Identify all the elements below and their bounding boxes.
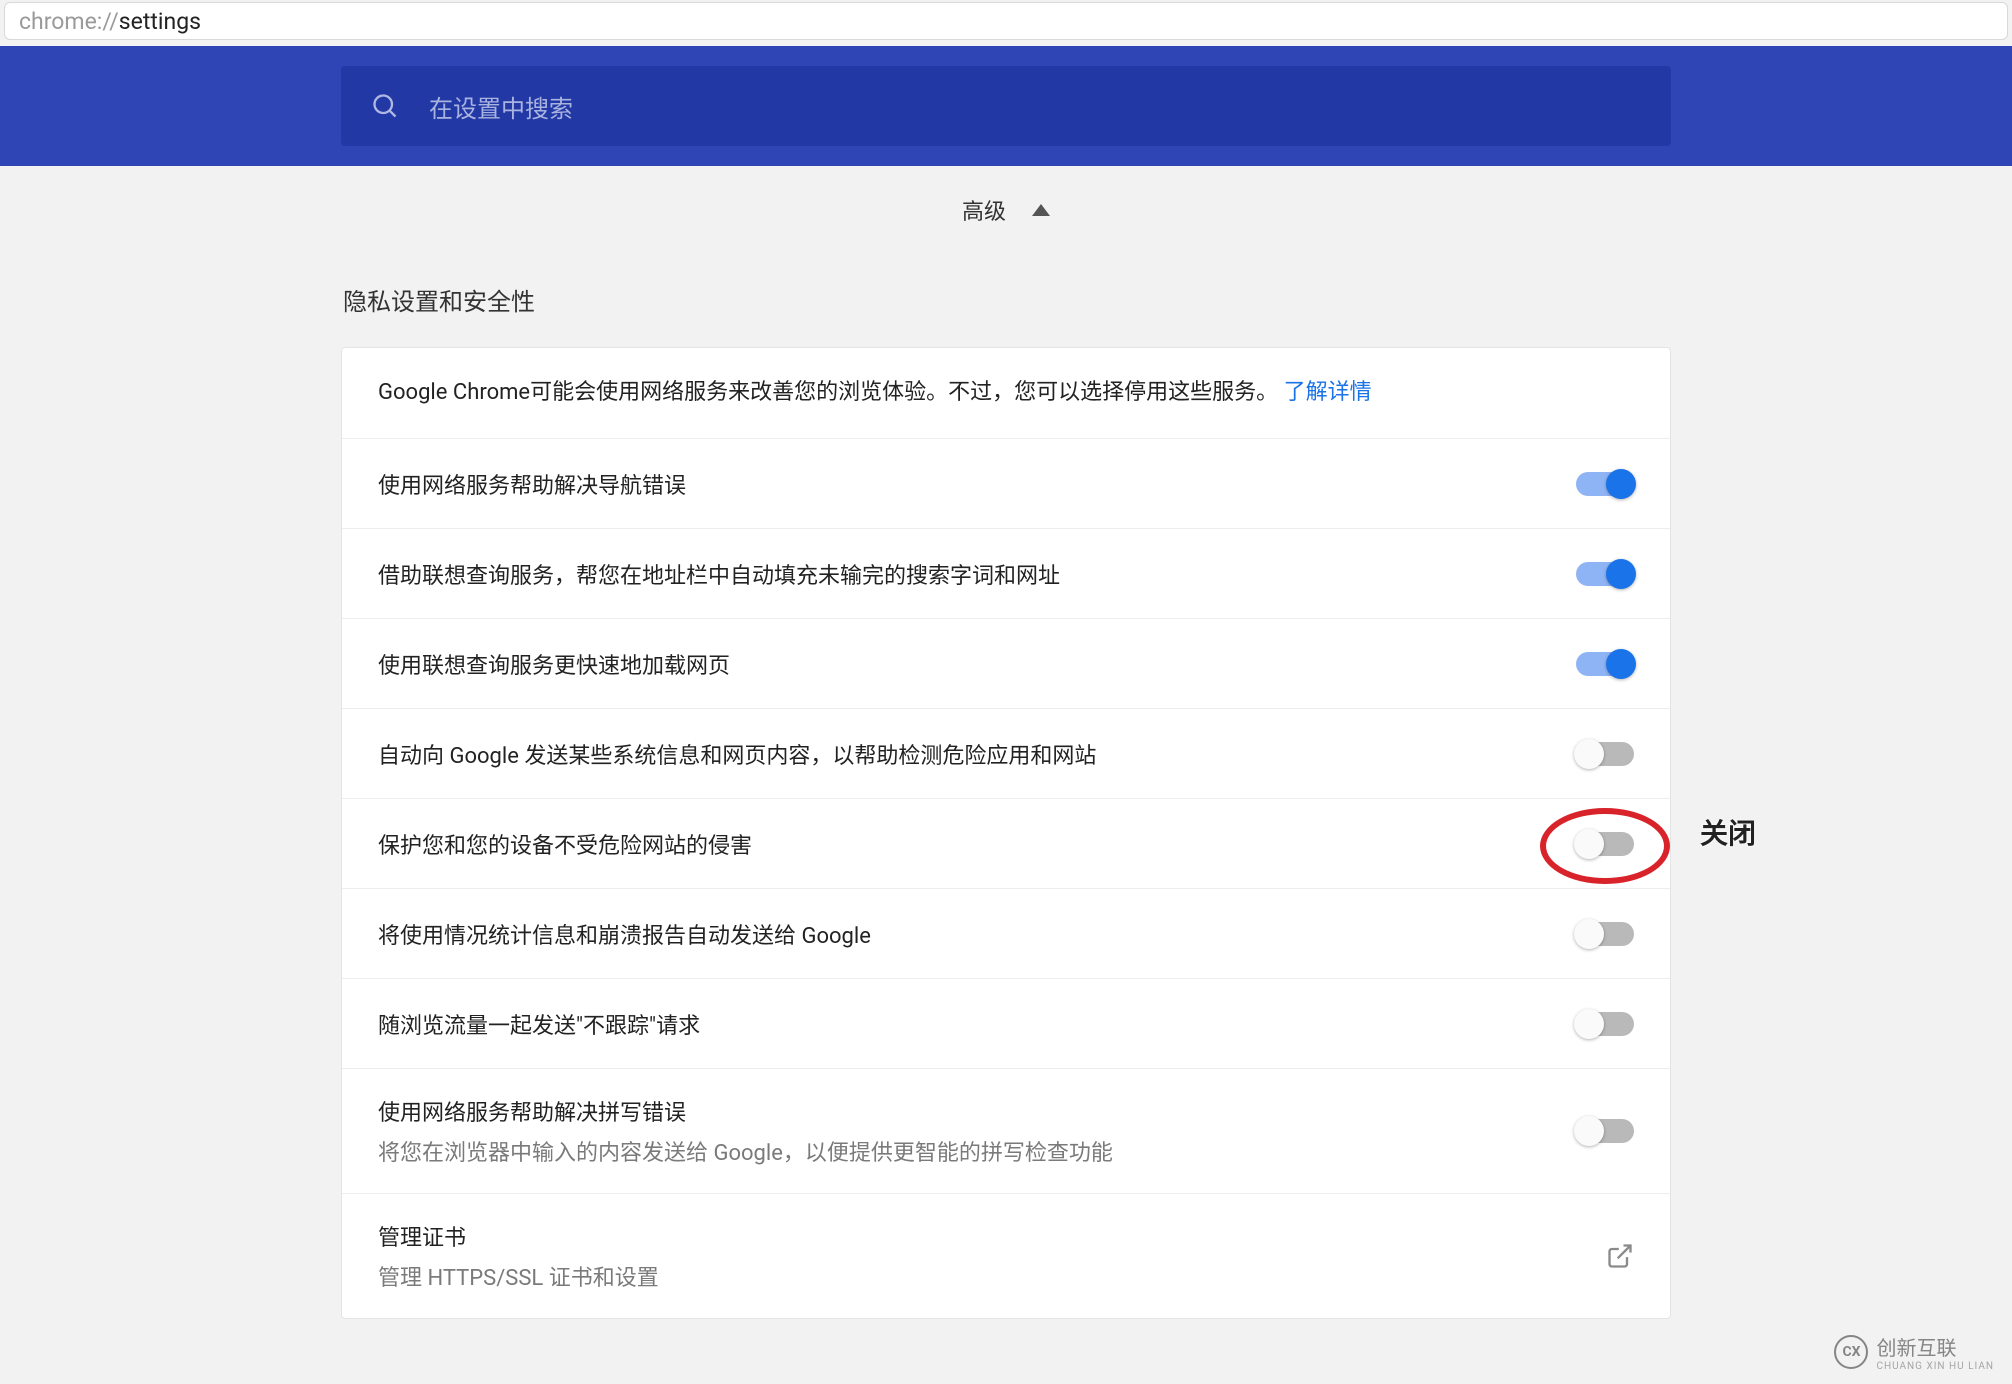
settings-content: 隐私设置和安全性 Google Chrome可能会使用网络服务来改善您的浏览体验…	[341, 254, 1671, 1319]
setting-row-usage-stats: 将使用情况统计信息和崩溃报告自动发送给 Google	[342, 888, 1670, 978]
setting-row-nav-errors: 使用网络服务帮助解决导航错误	[342, 438, 1670, 528]
watermark-badge: CX	[1834, 1335, 1868, 1369]
privacy-card: Google Chrome可能会使用网络服务来改善您的浏览体验。不过，您可以选择…	[341, 347, 1671, 1319]
external-link-icon	[1606, 1242, 1634, 1270]
setting-row-send-system-info: 自动向 Google 发送某些系统信息和网页内容，以帮助检测危险应用和网站	[342, 708, 1670, 798]
toggle-spellcheck[interactable]	[1576, 1119, 1634, 1143]
address-bar[interactable]: chrome://settings	[4, 2, 2008, 40]
setting-sublabel: 管理 HTTPS/SSL 证书和设置	[378, 1260, 1582, 1292]
setting-label: 管理证书	[378, 1220, 1582, 1252]
toggle-usage-stats[interactable]	[1576, 922, 1634, 946]
setting-row-suggestions: 借助联想查询服务，帮您在地址栏中自动填充未输完的搜索字词和网址	[342, 528, 1670, 618]
url-path: settings	[119, 8, 201, 35]
toggle-send-system-info[interactable]	[1576, 742, 1634, 766]
setting-sublabel: 将您在浏览器中输入的内容发送给 Google，以便提供更智能的拼写检查功能	[378, 1135, 1552, 1167]
setting-label: 随浏览流量一起发送"不跟踪"请求	[378, 1008, 1552, 1040]
setting-row-safe-browsing: 保护您和您的设备不受危险网站的侵害	[342, 798, 1670, 888]
setting-label: 将使用情况统计信息和崩溃报告自动发送给 Google	[378, 918, 1552, 950]
setting-row-spellcheck: 使用网络服务帮助解决拼写错误 将您在浏览器中输入的内容发送给 Google，以便…	[342, 1068, 1670, 1193]
watermark: CX 创新互联 CHUANG XIN HU LIAN	[1834, 1332, 1994, 1372]
toggle-nav-errors[interactable]	[1576, 472, 1634, 496]
section-title-privacy: 隐私设置和安全性	[341, 254, 1671, 347]
setting-label: 使用网络服务帮助解决拼写错误	[378, 1095, 1552, 1127]
setting-row-prefetch: 使用联想查询服务更快速地加载网页	[342, 618, 1670, 708]
setting-label: 自动向 Google 发送某些系统信息和网页内容，以帮助检测危险应用和网站	[378, 738, 1552, 770]
chevron-up-icon	[1032, 204, 1050, 216]
setting-label: 借助联想查询服务，帮您在地址栏中自动填充未输完的搜索字词和网址	[378, 558, 1552, 590]
learn-more-link[interactable]: 了解详情	[1284, 380, 1372, 405]
setting-label: 使用网络服务帮助解决导航错误	[378, 468, 1552, 500]
search-icon	[371, 92, 399, 120]
watermark-text: 创新互联	[1876, 1336, 1956, 1360]
settings-header: 在设置中搜索	[0, 46, 2012, 166]
toggle-suggestions[interactable]	[1576, 562, 1634, 586]
setting-label: 保护您和您的设备不受危险网站的侵害	[378, 828, 1552, 860]
setting-row-certificates[interactable]: 管理证书 管理 HTTPS/SSL 证书和设置	[342, 1193, 1670, 1318]
url-prefix: chrome://	[19, 8, 119, 35]
search-placeholder: 在设置中搜索	[429, 89, 1641, 124]
watermark-subtext: CHUANG XIN HU LIAN	[1876, 1361, 1994, 1372]
toggle-safe-browsing[interactable]	[1576, 832, 1634, 856]
toggle-do-not-track[interactable]	[1576, 1012, 1634, 1036]
annotation-label: 关闭	[1700, 812, 1756, 852]
setting-row-do-not-track: 随浏览流量一起发送"不跟踪"请求	[342, 978, 1670, 1068]
advanced-toggle[interactable]: 高级	[0, 166, 2012, 254]
privacy-intro-row: Google Chrome可能会使用网络服务来改善您的浏览体验。不过，您可以选择…	[342, 348, 1670, 438]
setting-label: 使用联想查询服务更快速地加载网页	[378, 648, 1552, 680]
toggle-prefetch[interactable]	[1576, 652, 1634, 676]
advanced-label: 高级	[962, 194, 1006, 226]
privacy-intro-text: Google Chrome可能会使用网络服务来改善您的浏览体验。不过，您可以选择…	[378, 380, 1278, 405]
settings-search[interactable]: 在设置中搜索	[341, 66, 1671, 146]
